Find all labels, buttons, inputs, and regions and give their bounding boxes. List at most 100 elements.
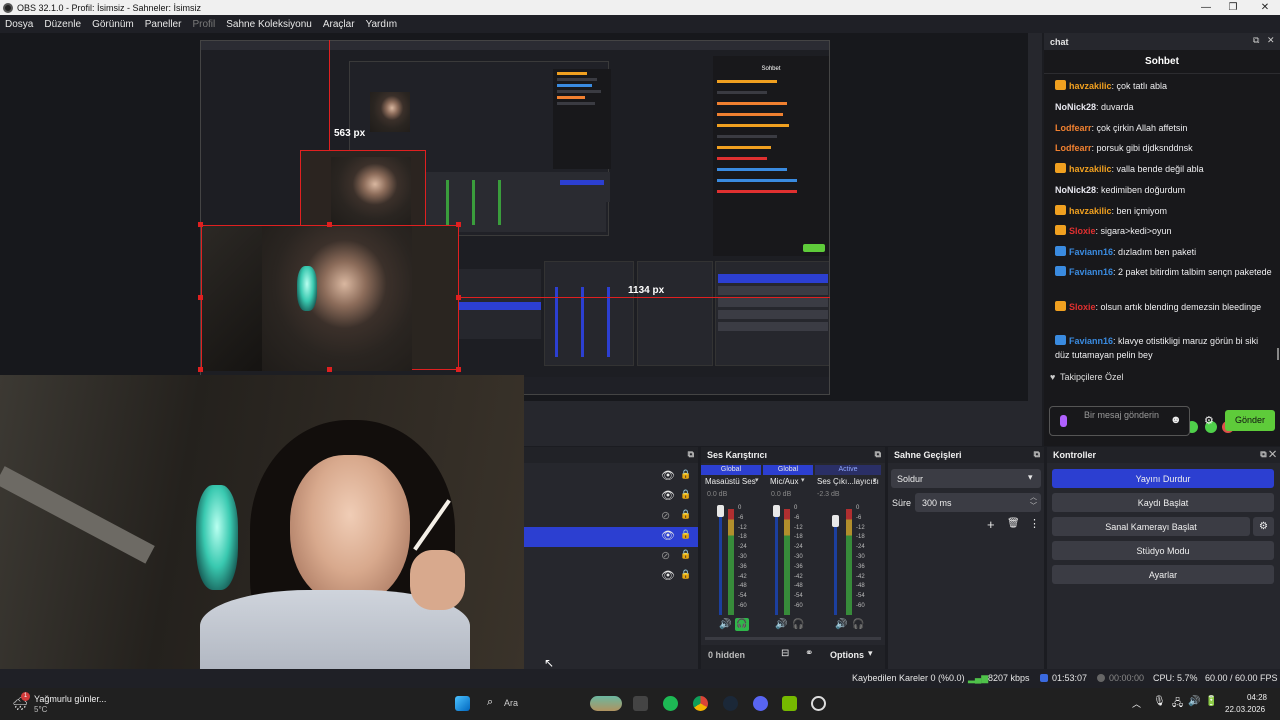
- lock-icon[interactable]: 🔒: [680, 469, 691, 480]
- chat-username[interactable]: NoNick28: [1055, 102, 1096, 112]
- obs-taskbar-icon[interactable]: [811, 696, 826, 711]
- steam-icon[interactable]: [723, 696, 738, 711]
- spotify-icon[interactable]: [663, 696, 678, 711]
- chat-username[interactable]: Faviann16: [1069, 247, 1113, 257]
- clock-time[interactable]: 04:28: [1237, 693, 1267, 702]
- stop-streaming-button[interactable]: Yayını Durdur: [1052, 469, 1274, 488]
- clock-date[interactable]: 22.03.2026: [1225, 705, 1265, 714]
- chat-username[interactable]: Lodfearr: [1055, 123, 1092, 133]
- visibility-eye-icon[interactable]: 👁: [661, 529, 675, 542]
- menu-docks[interactable]: Paneller: [140, 19, 188, 30]
- chat-username[interactable]: havzakilic: [1069, 81, 1112, 91]
- speaker-icon[interactable]: 🔊: [775, 619, 787, 630]
- webcam-source[interactable]: [0, 375, 524, 670]
- mic-tray-icon[interactable]: 🎙: [1153, 696, 1166, 707]
- studio-mode-button[interactable]: Stüdyo Modu: [1052, 541, 1274, 560]
- float-icon[interactable]: ⧉: [875, 449, 881, 460]
- volume-slider-3[interactable]: [834, 519, 837, 615]
- mixer-options-button[interactable]: Options: [830, 650, 864, 660]
- add-transition-icon[interactable]: +: [987, 517, 995, 532]
- lock-icon[interactable]: 🔒: [680, 529, 691, 540]
- chevron-down-icon[interactable]: ▾: [801, 476, 805, 484]
- layout-icon[interactable]: ⊟: [781, 648, 789, 659]
- duration-input[interactable]: 300 ms: [915, 493, 1041, 512]
- chat-username[interactable]: havzakilic: [1069, 164, 1112, 174]
- chat-username[interactable]: havzakilic: [1069, 206, 1112, 216]
- chat-scrollbar[interactable]: [1277, 348, 1279, 360]
- chat-username[interactable]: Lodfearr: [1055, 143, 1092, 153]
- task-view-icon[interactable]: [633, 696, 648, 711]
- visibility-eye-icon[interactable]: 👁: [661, 469, 675, 482]
- volume-slider-2[interactable]: [775, 509, 778, 615]
- start-recording-button[interactable]: Kaydı Başlat: [1052, 493, 1274, 512]
- menu-file[interactable]: Dosya: [0, 19, 39, 30]
- menu-edit[interactable]: Düzenle: [39, 19, 87, 30]
- channel-3-name[interactable]: Ses Çıkı...layıcısı: [817, 477, 879, 486]
- close-icon[interactable]: ✕: [1267, 35, 1275, 46]
- transition-select[interactable]: Soldur: [891, 469, 1041, 488]
- network-icon[interactable]: 🖧: [1172, 696, 1183, 713]
- channel-1-name[interactable]: Masaüstü Ses: [705, 477, 756, 486]
- visibility-eye-icon[interactable]: 👁: [661, 569, 675, 582]
- search-highlight-icon[interactable]: [590, 696, 622, 711]
- chevron-down-icon[interactable]: ▾: [873, 476, 877, 484]
- start-menu-icon[interactable]: [455, 696, 470, 711]
- chevron-down-icon[interactable]: ▾: [1028, 472, 1033, 483]
- monitor-off-icon[interactable]: 🎧: [852, 619, 864, 630]
- chat-username[interactable]: Sloxie: [1069, 226, 1096, 236]
- close-window-icon[interactable]: ✕: [1250, 0, 1280, 15]
- speaker-icon[interactable]: 🔊: [835, 619, 847, 630]
- lock-icon[interactable]: 🔒: [680, 489, 691, 500]
- battery-icon[interactable]: 🔋: [1205, 696, 1217, 707]
- start-virtual-camera-button[interactable]: Sanal Kamerayı Başlat: [1052, 517, 1250, 536]
- monitor-off-icon[interactable]: 🎧: [792, 619, 804, 630]
- chat-username[interactable]: Faviann16: [1069, 267, 1113, 277]
- minimize-icon[interactable]: —: [1191, 0, 1221, 15]
- chat-username[interactable]: Sloxie: [1069, 302, 1096, 312]
- menu-tools[interactable]: Araçlar: [318, 19, 361, 30]
- float-icon[interactable]: ⧉: [1034, 449, 1040, 460]
- link-icon[interactable]: ⚭: [805, 648, 813, 659]
- chat-username[interactable]: Faviann16: [1069, 336, 1113, 346]
- hidden-eye-icon[interactable]: ⊘: [661, 549, 670, 562]
- mixer-scrollbar[interactable]: [705, 637, 881, 640]
- nvidia-icon[interactable]: [782, 696, 797, 711]
- maximize-icon[interactable]: ❐: [1218, 0, 1248, 15]
- chat-settings-gear-icon[interactable]: ⚙: [1204, 414, 1214, 427]
- menu-help[interactable]: Yardım: [361, 19, 404, 30]
- speaker-icon[interactable]: 🔊: [719, 619, 731, 630]
- nested-webcam-source[interactable]: [300, 150, 426, 226]
- menu-profile[interactable]: Profil: [187, 19, 221, 30]
- lock-icon[interactable]: 🔒: [680, 509, 691, 520]
- mic-icon[interactable]: [1060, 415, 1067, 427]
- chrome-icon[interactable]: [693, 696, 708, 711]
- settings-button[interactable]: Ayarlar: [1052, 565, 1274, 584]
- tray-chevron-icon[interactable]: ︿: [1132, 697, 1141, 710]
- chevron-down-icon[interactable]: ▾: [755, 476, 759, 484]
- virtual-camera-gear-icon[interactable]: ⚙: [1253, 517, 1274, 536]
- duration-stepper[interactable]: ︿ ﹀: [1030, 493, 1037, 511]
- float-icon[interactable]: ⧉: [1253, 35, 1259, 46]
- volume-slider-1[interactable]: [719, 509, 722, 615]
- send-button[interactable]: Gönder: [1225, 410, 1275, 431]
- chevron-down-icon[interactable]: ▾: [868, 648, 873, 659]
- visibility-eye-icon[interactable]: 👁: [661, 489, 675, 502]
- more-options-icon[interactable]: ⋮: [1029, 517, 1040, 530]
- monitor-headphones-icon[interactable]: 🎧: [735, 618, 749, 631]
- lock-icon[interactable]: 🔒: [680, 569, 691, 580]
- volume-icon[interactable]: 🔊: [1188, 696, 1200, 707]
- menu-view[interactable]: Görünüm: [87, 19, 140, 30]
- hidden-eye-icon[interactable]: ⊘: [661, 509, 670, 522]
- chat-message-input[interactable]: Bir mesaj gönderin ☻: [1049, 406, 1190, 436]
- chat-username[interactable]: NoNick28: [1055, 185, 1096, 195]
- taskbar-search[interactable]: Ara: [504, 698, 518, 708]
- float-icon[interactable]: ⧉: [688, 449, 694, 460]
- remove-transition-icon[interactable]: 🗑: [1007, 518, 1020, 529]
- discord-icon[interactable]: [753, 696, 768, 711]
- search-icon[interactable]: ⌕: [487, 696, 493, 709]
- emoji-icon[interactable]: ☻: [1170, 414, 1182, 426]
- webcam-source-selected[interactable]: [201, 225, 459, 371]
- channel-2-name[interactable]: Mic/Aux: [770, 477, 798, 486]
- lock-icon[interactable]: 🔒: [680, 549, 691, 560]
- menu-scene-collection[interactable]: Sahne Koleksiyonu: [221, 19, 318, 30]
